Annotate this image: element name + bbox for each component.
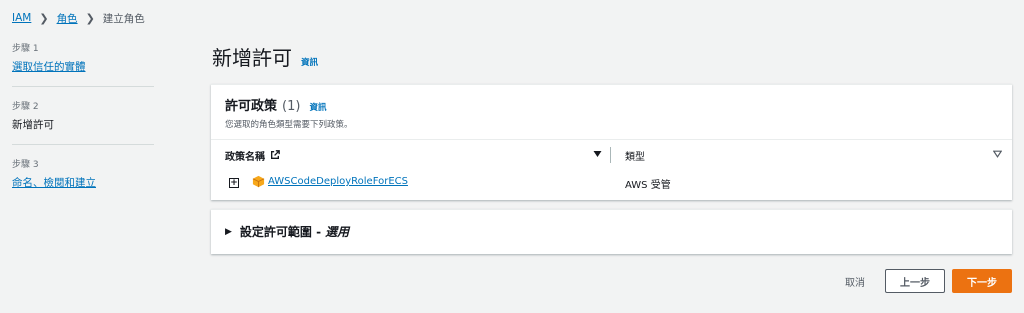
step-2: 步驟 2 新增許可	[12, 99, 154, 145]
optional-label: 選用	[325, 225, 350, 239]
table-row: + AWSCodeDeployRoleForECS AWS 受管	[211, 173, 1012, 195]
step-link-name-review[interactable]: 命名、檢閱和建立	[12, 175, 154, 190]
column-divider	[610, 147, 611, 163]
step-3: 步驟 3 命名、檢閱和建立	[12, 157, 154, 202]
panel-header: 許可政策 (1) 資訊 您選取的角色類型需要下列政策。	[211, 85, 1012, 140]
page-header: 新增許可 資訊	[212, 42, 318, 71]
caret-right-icon: ▶	[225, 226, 232, 237]
step-number: 步驟 3	[12, 160, 39, 170]
step-1: 步驟 1 選取信任的實體	[12, 41, 154, 87]
breadcrumb: IAM ❯ 角色 ❯ 建立角色	[12, 11, 145, 25]
breadcrumb-iam[interactable]: IAM	[12, 12, 31, 24]
permissions-boundary-panel: ▶ 設定許可範圍 - 選用	[211, 209, 1012, 254]
panel-title: 許可政策	[225, 99, 278, 114]
sort-down-icon[interactable]	[593, 150, 602, 158]
section-title: 設定許可範圍 -	[239, 225, 322, 239]
external-link-icon	[271, 150, 280, 159]
breadcrumb-roles[interactable]: 角色	[57, 11, 78, 26]
page-title: 新增許可	[212, 46, 292, 70]
wizard-steps: 步驟 1 選取信任的實體 步驟 2 新增許可 步驟 3 命名、檢閱和建立	[12, 41, 154, 214]
step-current-add-permissions: 新增許可	[12, 119, 54, 131]
column-label: 政策名稱	[225, 151, 265, 163]
column-header-type[interactable]: 類型	[625, 148, 645, 163]
step-link-trusted-entity[interactable]: 選取信任的實體	[12, 59, 154, 74]
info-link[interactable]: 資訊	[301, 56, 318, 68]
chevron-right-icon: ❯	[85, 11, 95, 25]
next-button[interactable]: 下一步	[952, 269, 1012, 293]
panel-title-row: 許可政策 (1) 資訊	[225, 95, 998, 114]
breadcrumb-current: 建立角色	[102, 12, 145, 25]
plus-square-icon[interactable]: +	[229, 178, 239, 188]
previous-button[interactable]: 上一步	[885, 269, 945, 293]
step-number: 步驟 2	[12, 102, 39, 112]
column-label: 類型	[625, 151, 645, 163]
sort-down-icon[interactable]	[993, 150, 1002, 158]
table-header: 政策名稱 類型	[211, 142, 1012, 168]
chevron-right-icon: ❯	[39, 11, 49, 25]
info-link[interactable]: 資訊	[309, 101, 326, 113]
policy-count: (1)	[282, 99, 301, 114]
panel-description: 您選取的角色類型需要下列政策。	[225, 120, 353, 130]
aws-cube-icon	[252, 175, 265, 188]
permissions-boundary-toggle[interactable]: ▶ 設定許可範圍 - 選用	[225, 223, 349, 240]
policy-name-link[interactable]: AWSCodeDeployRoleForECS	[268, 176, 408, 187]
column-header-policy-name[interactable]: 政策名稱	[225, 148, 280, 163]
cancel-button[interactable]: 取消	[838, 270, 872, 292]
permissions-policies-panel: 許可政策 (1) 資訊 您選取的角色類型需要下列政策。 政策名稱 類型 + AW…	[211, 84, 1012, 200]
policy-type: AWS 受管	[625, 180, 671, 191]
step-number: 步驟 1	[12, 44, 39, 54]
